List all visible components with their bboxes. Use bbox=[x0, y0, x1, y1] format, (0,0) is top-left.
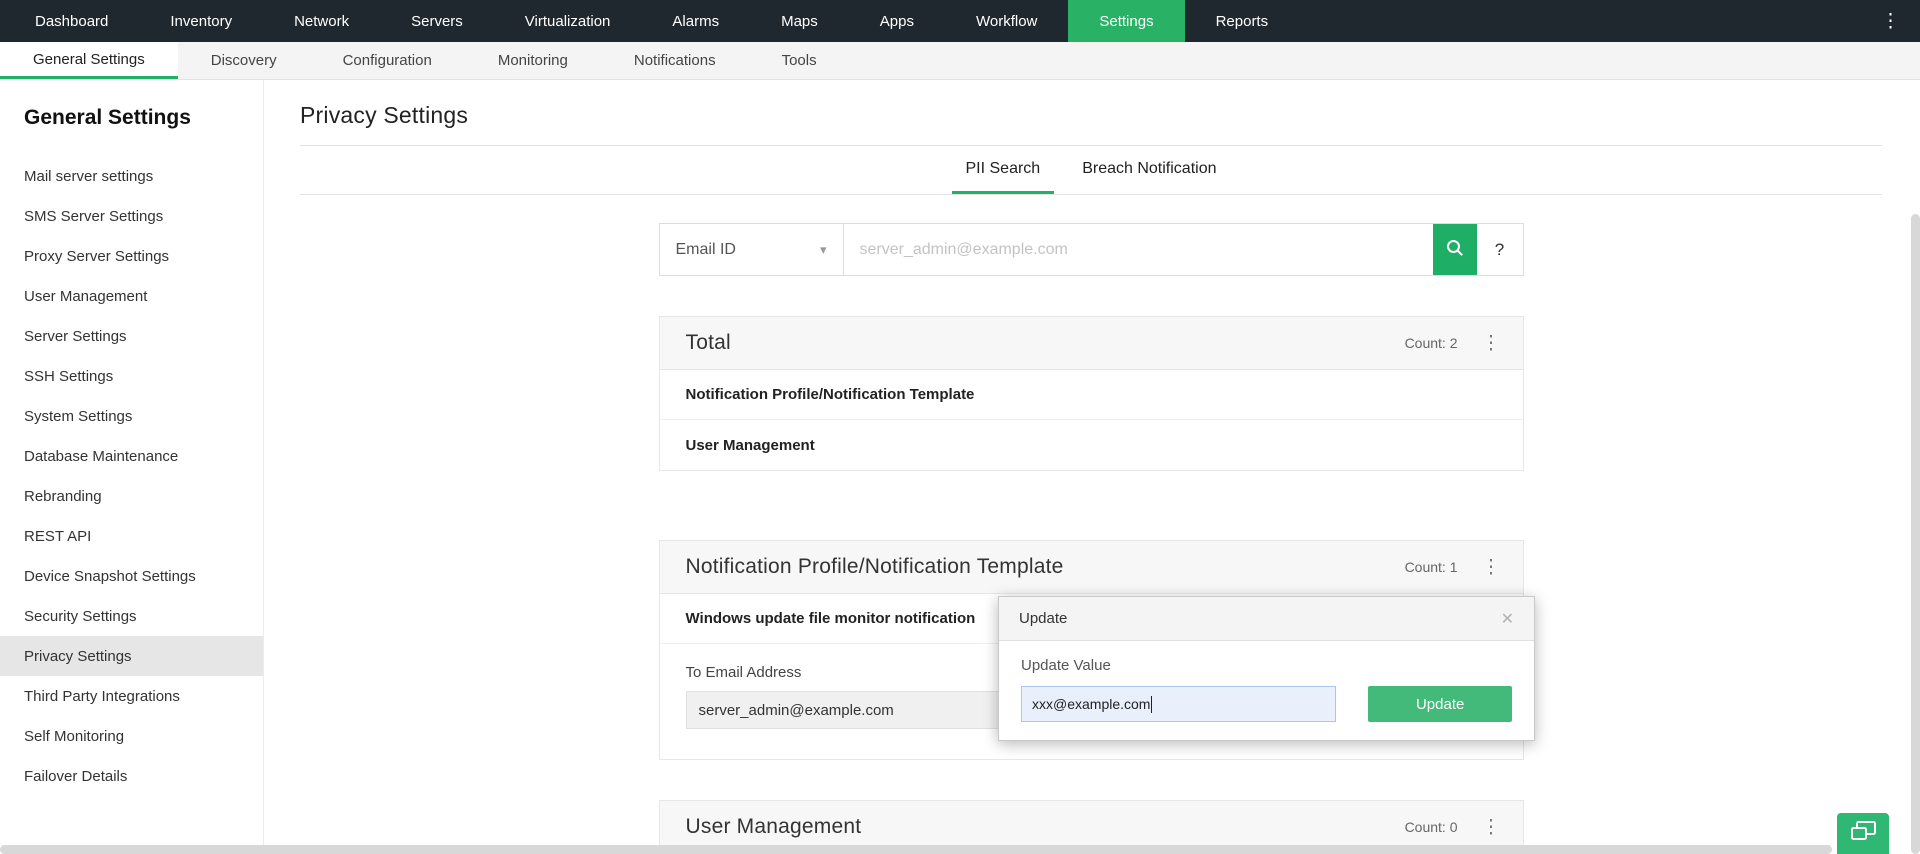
sidebar-item-proxy-server-settings[interactable]: Proxy Server Settings bbox=[0, 236, 263, 276]
count-badge: Count: 1 bbox=[1404, 559, 1458, 575]
card-title: User Management bbox=[685, 815, 862, 838]
count-badge: Count: 0 bbox=[1404, 819, 1458, 835]
top-nav-item-workflow[interactable]: Workflow bbox=[945, 0, 1068, 42]
sidebar-item-device-snapshot-settings[interactable]: Device Snapshot Settings bbox=[0, 556, 263, 596]
tab-breach-notification[interactable]: Breach Notification bbox=[1068, 146, 1230, 194]
update-popup-body: Update Value xxx@example.com Update bbox=[999, 641, 1534, 740]
search-category-dropdown[interactable]: Email ID ▾ bbox=[660, 224, 844, 275]
sidebar-item-self-monitoring[interactable]: Self Monitoring bbox=[0, 716, 263, 756]
sidebar-item-rest-api[interactable]: REST API bbox=[0, 516, 263, 556]
search-button[interactable] bbox=[1432, 224, 1477, 275]
page-title: Privacy Settings bbox=[300, 102, 469, 128]
overflow-menu-icon[interactable]: ⋮ bbox=[1861, 0, 1920, 42]
update-popup-header: Update ✕ bbox=[999, 597, 1534, 641]
sidebar-item-failover-details[interactable]: Failover Details bbox=[0, 756, 263, 796]
count-badge: Count: 2 bbox=[1404, 335, 1458, 351]
update-button[interactable]: Update bbox=[1368, 686, 1512, 722]
vertical-scrollbar[interactable] bbox=[1911, 214, 1920, 854]
search-icon bbox=[1446, 239, 1464, 260]
horizontal-scrollbar[interactable] bbox=[0, 845, 1832, 854]
top-nav-item-network[interactable]: Network bbox=[263, 0, 380, 42]
sidebar-item-mail-server-settings[interactable]: Mail server settings bbox=[0, 156, 263, 196]
help-button[interactable]: ? bbox=[1477, 224, 1523, 275]
sub-nav-item-tools[interactable]: Tools bbox=[749, 42, 850, 79]
update-value-text: xxx@example.com bbox=[1032, 696, 1151, 712]
settings-sidebar: General Settings Mail server settings SM… bbox=[0, 80, 264, 854]
result-row-user-management[interactable]: User Management bbox=[660, 420, 1523, 470]
text-cursor bbox=[1151, 695, 1153, 713]
sub-nav-item-monitoring[interactable]: Monitoring bbox=[465, 42, 601, 79]
update-form-row: xxx@example.com Update bbox=[1021, 686, 1512, 722]
pii-search-bar: Email ID ▾ ? bbox=[658, 223, 1524, 276]
update-value-input[interactable]: xxx@example.com bbox=[1021, 686, 1337, 722]
sidebar-item-user-management[interactable]: User Management bbox=[0, 276, 263, 316]
content-area: General Settings Mail server settings SM… bbox=[0, 80, 1920, 854]
sidebar-item-ssh-settings[interactable]: SSH Settings bbox=[0, 356, 263, 396]
top-nav: Dashboard Inventory Network Servers Virt… bbox=[0, 0, 1920, 42]
top-nav-item-apps[interactable]: Apps bbox=[849, 0, 945, 42]
update-popup: Update ✕ Update Value xxx@example.com Up… bbox=[998, 596, 1535, 741]
sub-nav-item-configuration[interactable]: Configuration bbox=[310, 42, 465, 79]
sidebar-list: Mail server settings SMS Server Settings… bbox=[0, 156, 263, 796]
top-nav-item-virtualization[interactable]: Virtualization bbox=[494, 0, 642, 42]
search-category-value: Email ID bbox=[675, 240, 736, 258]
card-header: Notification Profile/Notification Templa… bbox=[658, 540, 1524, 594]
top-nav-item-alarms[interactable]: Alarms bbox=[641, 0, 750, 42]
sidebar-item-security-settings[interactable]: Security Settings bbox=[0, 596, 263, 636]
sidebar-item-third-party-integrations[interactable]: Third Party Integrations bbox=[0, 676, 263, 716]
close-icon[interactable]: ✕ bbox=[1501, 609, 1514, 629]
sub-nav-item-general-settings[interactable]: General Settings bbox=[0, 42, 178, 79]
top-nav-item-dashboard[interactable]: Dashboard bbox=[4, 0, 139, 42]
console-windows-icon bbox=[1850, 820, 1877, 848]
top-nav-item-settings[interactable]: Settings bbox=[1068, 0, 1185, 42]
search-input[interactable] bbox=[843, 224, 1433, 275]
kebab-menu-icon[interactable]: ⋮ bbox=[1474, 558, 1509, 577]
update-popup-title: Update bbox=[1019, 610, 1068, 627]
sidebar-title: General Settings bbox=[24, 106, 191, 129]
sub-nav-item-notifications[interactable]: Notifications bbox=[601, 42, 749, 79]
privacy-tabs: PII Search Breach Notification bbox=[300, 146, 1882, 195]
top-nav-item-inventory[interactable]: Inventory bbox=[139, 0, 263, 42]
top-nav-item-servers[interactable]: Servers bbox=[380, 0, 494, 42]
sidebar-item-rebranding[interactable]: Rebranding bbox=[0, 476, 263, 516]
update-value-label: Update Value bbox=[1021, 657, 1111, 674]
sidebar-item-server-settings[interactable]: Server Settings bbox=[0, 316, 263, 356]
sidebar-item-database-maintenance[interactable]: Database Maintenance bbox=[0, 436, 263, 476]
card-body: Notification Profile/Notification Templa… bbox=[658, 370, 1524, 471]
sub-nav-item-discovery[interactable]: Discovery bbox=[178, 42, 310, 79]
sidebar-item-sms-server-settings[interactable]: SMS Server Settings bbox=[0, 196, 263, 236]
card-title: Notification Profile/Notification Templa… bbox=[685, 555, 1064, 578]
card-title: Total bbox=[685, 331, 731, 354]
kebab-menu-icon[interactable]: ⋮ bbox=[1474, 334, 1509, 353]
top-nav-item-reports[interactable]: Reports bbox=[1185, 0, 1300, 42]
card-total: Total Count: 2 ⋮ Notification Profile/No… bbox=[658, 316, 1524, 471]
result-row-notification-profile[interactable]: Notification Profile/Notification Templa… bbox=[659, 370, 1523, 420]
kebab-menu-icon[interactable]: ⋮ bbox=[1474, 818, 1509, 837]
top-nav-item-maps[interactable]: Maps bbox=[750, 0, 849, 42]
chevron-down-icon: ▾ bbox=[819, 241, 827, 257]
console-fab-button[interactable] bbox=[1837, 813, 1889, 854]
tab-pii-search[interactable]: PII Search bbox=[951, 146, 1055, 194]
card-header: Total Count: 2 ⋮ bbox=[658, 316, 1524, 370]
sidebar-item-privacy-settings[interactable]: Privacy Settings bbox=[0, 636, 263, 676]
sidebar-item-system-settings[interactable]: System Settings bbox=[0, 396, 263, 436]
settings-sub-nav: General Settings Discovery Configuration… bbox=[0, 42, 1920, 80]
